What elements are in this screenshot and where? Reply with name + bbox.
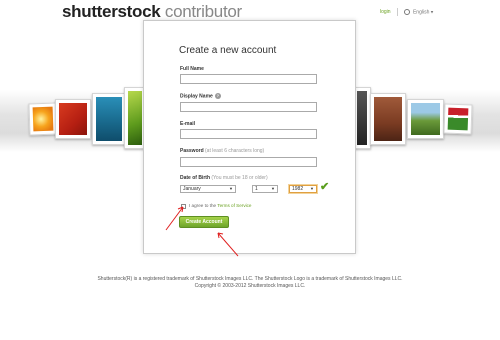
annotation-arrow-terms-head: [177, 206, 184, 213]
annotation-arrows: [165, 206, 239, 257]
annotation-arrow-button: [217, 232, 239, 257]
annotation-arrow-terms: [165, 206, 184, 231]
trademark-notice: Shutterstock(R) is a registered trademar…: [97, 276, 403, 282]
copyright-notice: Copyright © 2003-2012 Shutterstock Image…: [194, 283, 306, 289]
